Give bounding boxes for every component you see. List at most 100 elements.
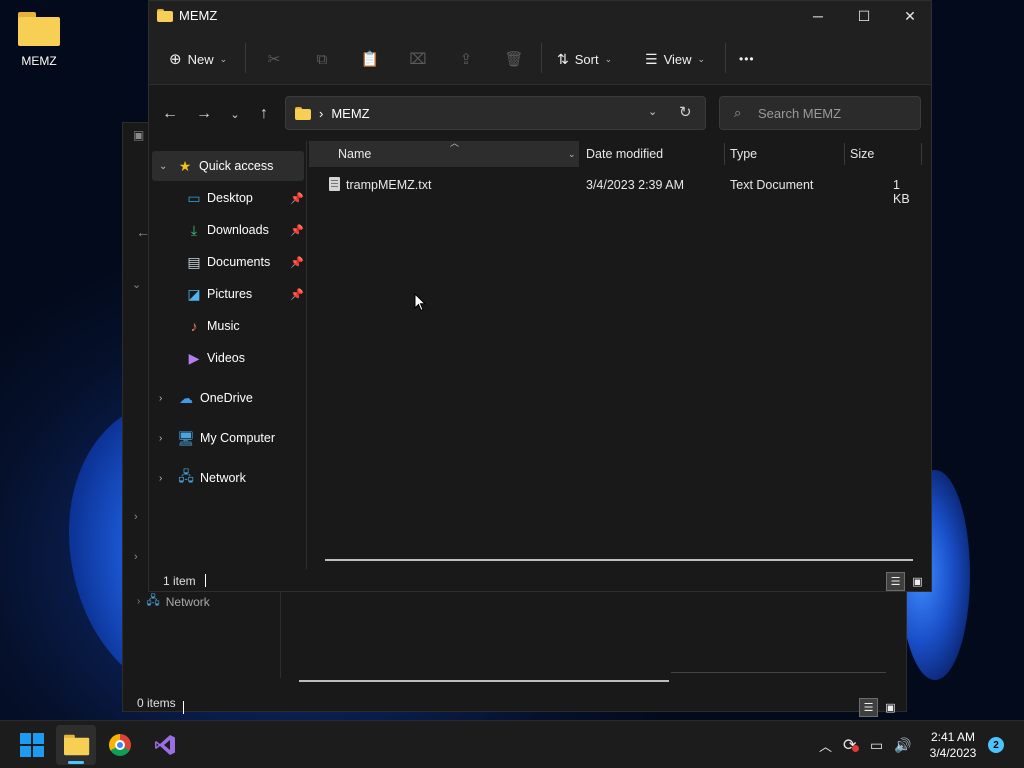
plus-circle-icon: ⊕ [169, 51, 182, 68]
title-bar[interactable]: MEMZ ─ ☐ ✕ [149, 1, 931, 31]
horizontal-scrollbar[interactable] [299, 680, 669, 682]
share-icon[interactable]: ⇪ [455, 48, 477, 70]
back-arrow-icon[interactable]: ← [159, 103, 181, 125]
taskbar-visual-studio[interactable] [145, 725, 185, 765]
notification-badge[interactable]: 2 [988, 737, 1004, 753]
desktop-icon-label: MEMZ [21, 54, 57, 68]
documents-icon: ▤ [187, 253, 201, 270]
pin-icon[interactable]: 📌 [290, 288, 304, 301]
taskbar-file-explorer[interactable] [56, 725, 96, 765]
sidebar-item-quick-access[interactable]: ⌄ ★ Quick access [152, 151, 304, 181]
search-box[interactable]: ⌕ [719, 96, 921, 130]
background-sidebar-item-network[interactable]: › 🖧 Network [137, 591, 210, 612]
view-button[interactable]: ☰ View ⌄ [645, 47, 705, 71]
pin-icon[interactable]: 📌 [290, 224, 304, 237]
sidebar-item-my-computer[interactable]: › 🖥 My Computer [149, 423, 305, 453]
column-headers: ︿ Name ⌄ Date modified Type Size [309, 138, 931, 167]
column-divider[interactable] [921, 143, 922, 165]
column-filter-chevron-icon[interactable]: ⌄ [568, 149, 576, 160]
tiles-view-button[interactable]: ▣ [881, 698, 900, 717]
text-file-icon [329, 177, 340, 191]
more-options-button[interactable]: ••• [739, 47, 755, 71]
column-divider[interactable] [844, 143, 845, 165]
taskbar-chrome[interactable] [100, 725, 140, 765]
pin-icon[interactable]: 📌 [290, 256, 304, 269]
sidebar-item-documents[interactable]: ▤ Documents 📌 [149, 247, 305, 277]
star-icon: ★ [178, 157, 192, 174]
breadcrumb-item-memz[interactable]: MEMZ [331, 106, 369, 121]
chevron-down-icon: ⌄ [604, 53, 613, 64]
copy-icon[interactable]: ⧉ [311, 48, 333, 70]
tray-volume-icon[interactable]: 🔊 [894, 721, 911, 768]
pin-icon[interactable]: 📌 [290, 192, 304, 205]
chevron-right-icon[interactable]: › [159, 473, 162, 484]
sidebar-item-pictures[interactable]: ◪ Pictures 📌 [149, 279, 305, 309]
network-icon: 🖧 [146, 593, 160, 607]
tray-sync-icon[interactable]: ⟳ [843, 721, 859, 768]
desktop-icon: ▭ [187, 189, 201, 206]
chevron-right-icon[interactable]: › [134, 551, 138, 563]
sidebar-item-label: Downloads [207, 223, 269, 237]
new-button[interactable]: ⊕ New ⌄ [169, 47, 227, 71]
start-button[interactable] [12, 725, 52, 765]
details-view-button[interactable]: ☰ [886, 572, 905, 591]
cut-icon[interactable]: ✂ [263, 48, 285, 70]
tray-clock[interactable]: 2:41 AM 3/4/2023 [920, 729, 986, 761]
chevron-right-icon[interactable]: › [134, 511, 138, 523]
column-divider[interactable] [724, 143, 725, 165]
column-header-size[interactable]: Size [850, 141, 920, 167]
sidebar-item-videos[interactable]: ▶ Videos [149, 343, 305, 373]
column-header-type[interactable]: Type [730, 141, 843, 167]
chevron-down-icon[interactable]: ⌄ [132, 278, 141, 291]
clock-time: 2:41 AM [930, 730, 976, 744]
scrollbar-track [671, 672, 886, 673]
file-row[interactable]: trampMEMZ.txt 3/4/2023 2:39 AM Text Docu… [309, 169, 919, 206]
sidebar-item-downloads[interactable]: ⤓ Downloads 📌 [149, 215, 305, 245]
videos-icon: ▶ [188, 349, 200, 366]
column-header-name[interactable]: ︿ Name ⌄ [309, 138, 579, 167]
sidebar-item-onedrive[interactable]: › ☁ OneDrive [149, 383, 305, 413]
show-hidden-icons-button[interactable]: ︿ [819, 721, 832, 768]
column-header-label: Type [730, 147, 758, 161]
refresh-icon[interactable]: ↻ [679, 103, 692, 121]
rename-icon[interactable]: ⌧ [407, 48, 429, 70]
sidebar-item-music[interactable]: ♪ Music [149, 311, 305, 341]
forward-arrow-icon[interactable]: → [193, 103, 215, 125]
desktop-folder-memz[interactable]: MEMZ [10, 8, 68, 68]
sidebar-item-label: OneDrive [200, 391, 253, 405]
address-dropdown-icon[interactable]: ⌄ [648, 105, 657, 118]
sort-button[interactable]: ⇅ Sort ⌄ [557, 47, 612, 71]
file-type: Text Document [730, 178, 814, 192]
music-icon: ♪ [190, 318, 198, 334]
close-button[interactable]: ✕ [887, 1, 933, 31]
pictures-icon: ◪ [187, 285, 201, 302]
tiles-view-button[interactable]: ▣ [908, 572, 927, 591]
explorer-window[interactable]: MEMZ ─ ☐ ✕ ⊕ New ⌄ ✂ ⧉ 📋 ⌧ ⇪ 🗑 ⇅ Sort ⌄ … [148, 0, 932, 592]
toolbar-divider [725, 43, 726, 73]
sidebar-item-desktop[interactable]: ▭ Desktop 📌 [149, 183, 305, 213]
sidebar-item-network[interactable]: › 🖧 Network [149, 463, 305, 493]
minimize-button[interactable]: ─ [795, 1, 841, 31]
sort-icon: ⇅ [557, 50, 569, 67]
paste-icon[interactable]: 📋 [359, 48, 381, 70]
folder-icon [295, 107, 311, 120]
clock-date: 3/4/2023 [929, 746, 977, 760]
recent-locations-chevron-icon[interactable]: ⌄ [224, 103, 246, 125]
chevron-right-icon[interactable]: › [159, 393, 162, 404]
tray-network-icon[interactable]: ▭ [870, 721, 883, 768]
horizontal-scrollbar[interactable] [325, 559, 913, 561]
maximize-button[interactable]: ☐ [841, 1, 887, 31]
column-header-date-modified[interactable]: Date modified [586, 141, 723, 167]
address-bar[interactable]: › MEMZ ⌄ ↻ [285, 96, 706, 130]
search-input[interactable] [758, 104, 908, 122]
view-label: View [663, 51, 692, 67]
up-arrow-icon[interactable]: ↑ [253, 103, 275, 125]
status-bar: 1 item ☰ ▣ [149, 569, 931, 593]
column-header-label: Date modified [586, 147, 664, 161]
file-name: trampMEMZ.txt [346, 178, 432, 192]
sidebar-item-label: Network [200, 471, 246, 485]
sidebar-item-label: Quick access [199, 159, 274, 173]
delete-icon[interactable]: 🗑 [503, 48, 525, 70]
details-view-button[interactable]: ☰ [859, 698, 878, 717]
chevron-right-icon[interactable]: › [159, 433, 162, 444]
